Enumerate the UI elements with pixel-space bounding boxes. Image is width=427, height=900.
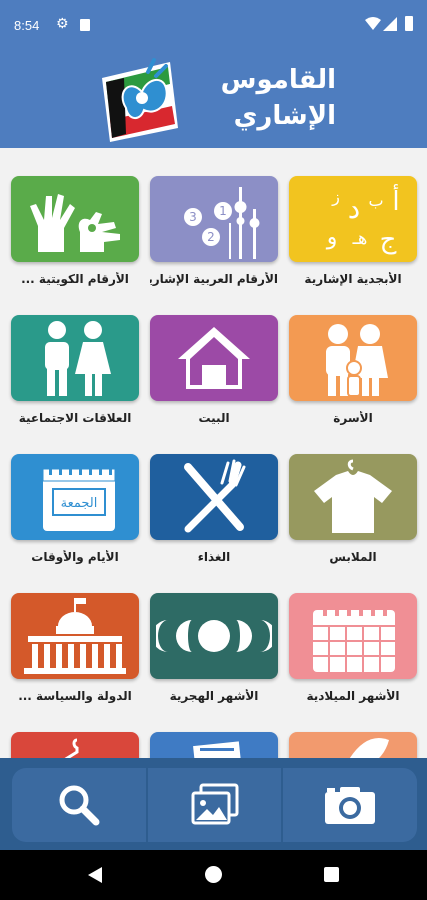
search-button[interactable] (12, 768, 148, 842)
status-bar: 8:54 ⚙ (0, 0, 427, 52)
house-icon (178, 327, 250, 389)
bottom-toolbar (0, 758, 427, 850)
system-nav-bar (0, 850, 427, 900)
tile-kuwaiti-numbers[interactable]: الأرقام الكويتية ... (11, 176, 141, 306)
tile-gregorian-months[interactable]: الأشهر الميلادية (289, 593, 419, 723)
tile-family[interactable]: الأسرة (289, 315, 419, 445)
tile-hijri-months[interactable]: الأشهر الهجرية (150, 593, 280, 723)
svg-text:هـ: هـ (352, 228, 368, 249)
search-icon (59, 785, 100, 826)
svg-text:و: و (326, 225, 338, 250)
tile-social-relations-box[interactable] (11, 315, 139, 401)
back-icon[interactable] (88, 867, 102, 883)
tile-alphabet-box[interactable]: أ ب د ز ج هـ و (289, 176, 417, 262)
parliament-icon (24, 598, 126, 674)
tile-partial-right-box[interactable] (289, 732, 417, 758)
app-title-line1: القاموس (220, 65, 336, 95)
family-icon (326, 324, 388, 397)
tile-house-box[interactable] (150, 315, 278, 401)
tile-food-label: الغذاء (197, 550, 231, 564)
svg-text:ج: ج (380, 225, 397, 255)
numbers-towers-icon: 3 2 1 (184, 187, 260, 259)
app-title: القاموس الإشاري (190, 62, 336, 134)
tile-partial-left[interactable] (11, 732, 141, 758)
tile-state-politics[interactable]: الدولة والسياسة ... (11, 593, 141, 723)
tile-clothes-box[interactable] (289, 454, 417, 540)
tile-family-label: الأسرة (333, 411, 373, 425)
home-icon[interactable] (205, 866, 222, 883)
moon-phases-icon (156, 620, 272, 652)
tile-kuwaiti-numbers-box[interactable] (11, 176, 139, 262)
tile-gregorian-months-label: الأشهر الميلادية (306, 689, 400, 703)
tile-alphabet-label: الأبجدية الإشارية (304, 272, 402, 286)
app-header: القاموس الإشاري (0, 52, 427, 148)
arabic-letters-icon: أ ب د ز ج هـ و (326, 183, 400, 255)
tile-hijri-months-label: الأشهر الهجرية (169, 689, 259, 703)
tile-house-label: البيت (198, 411, 230, 425)
gallery-button[interactable] (148, 768, 284, 842)
bottom-toolbar-inner (12, 768, 417, 842)
svg-text:ب: ب (368, 191, 383, 210)
tile-food-box[interactable] (150, 454, 278, 540)
svg-text:أ: أ (392, 183, 399, 217)
document-icon (193, 741, 241, 758)
hand-signs-icon (30, 194, 120, 252)
tile-days-times[interactable]: الجمعة الأيام والأوقات (11, 454, 141, 584)
couple-icon (45, 321, 111, 396)
tile-social-relations[interactable]: العلاقات الاجتماعية (11, 315, 141, 445)
tile-partial-right[interactable] (289, 732, 419, 758)
recent-apps-icon[interactable] (324, 867, 339, 882)
tile-social-relations-label: العلاقات الاجتماعية (18, 411, 132, 425)
svg-text:د: د (348, 192, 360, 225)
tile-clothes-label: الملابس (329, 550, 377, 564)
calendar-grid-icon (313, 602, 395, 672)
tile-kuwaiti-numbers-label: الأرقام الكويتية ... (21, 272, 129, 286)
leaf-icon (349, 738, 389, 758)
wifi-icon (365, 17, 381, 30)
tile-food[interactable]: الغذاء (150, 454, 280, 584)
camera-button[interactable] (283, 768, 417, 842)
tile-state-politics-box[interactable] (11, 593, 139, 679)
tile-days-times-label: الأيام والأوقات (31, 550, 119, 564)
tile-state-politics-label: الدولة والسياسة ... (18, 689, 132, 703)
tile-arabic-numbers-box[interactable]: 3 2 1 (150, 176, 278, 262)
tile-partial-middle[interactable] (150, 732, 280, 758)
camera-icon (325, 787, 376, 824)
tile-gregorian-months-box[interactable] (289, 593, 417, 679)
tile-hijri-months-box[interactable] (150, 593, 278, 679)
tile-clothes[interactable]: الملابس (289, 454, 419, 584)
svg-text:1: 1 (219, 204, 227, 218)
tile-partial-left-box[interactable] (11, 732, 139, 758)
fork-knife-icon (184, 459, 246, 533)
tile-arabic-numbers-label: الأرقام العربية الإشارية (150, 272, 278, 286)
tile-house[interactable]: البيت (150, 315, 280, 445)
calendar-day-icon: الجمعة (42, 463, 116, 531)
tile-arabic-numbers[interactable]: 3 2 1 الأرقام العربية الإشارية (150, 176, 280, 306)
tile-partial-middle-box[interactable] (150, 732, 278, 758)
svg-text:ز: ز (331, 187, 340, 207)
hanger-icon (64, 738, 79, 758)
calendar-day-word: الجمعة (61, 496, 98, 511)
tile-family-box[interactable] (289, 315, 417, 401)
sign-language-kuwait-logo (102, 58, 178, 142)
gallery-icon (191, 783, 238, 825)
svg-text:3: 3 (189, 210, 197, 224)
status-time: 8:54 (14, 18, 40, 33)
tile-days-times-box[interactable]: الجمعة (11, 454, 139, 540)
svg-text:2: 2 (207, 230, 215, 244)
category-grid: أ ب د ز ج هـ و الأبجدية الإشارية 3 2 1 ا… (0, 148, 427, 758)
shirt-icon (314, 459, 392, 533)
battery-icon (405, 16, 413, 31)
gear-icon: ⚙ (56, 16, 69, 32)
sd-card-icon (80, 19, 90, 31)
signal-icon (383, 17, 397, 31)
tile-alphabet[interactable]: أ ب د ز ج هـ و الأبجدية الإشارية (289, 176, 419, 306)
app-title-line2: الإشاري (233, 101, 336, 131)
